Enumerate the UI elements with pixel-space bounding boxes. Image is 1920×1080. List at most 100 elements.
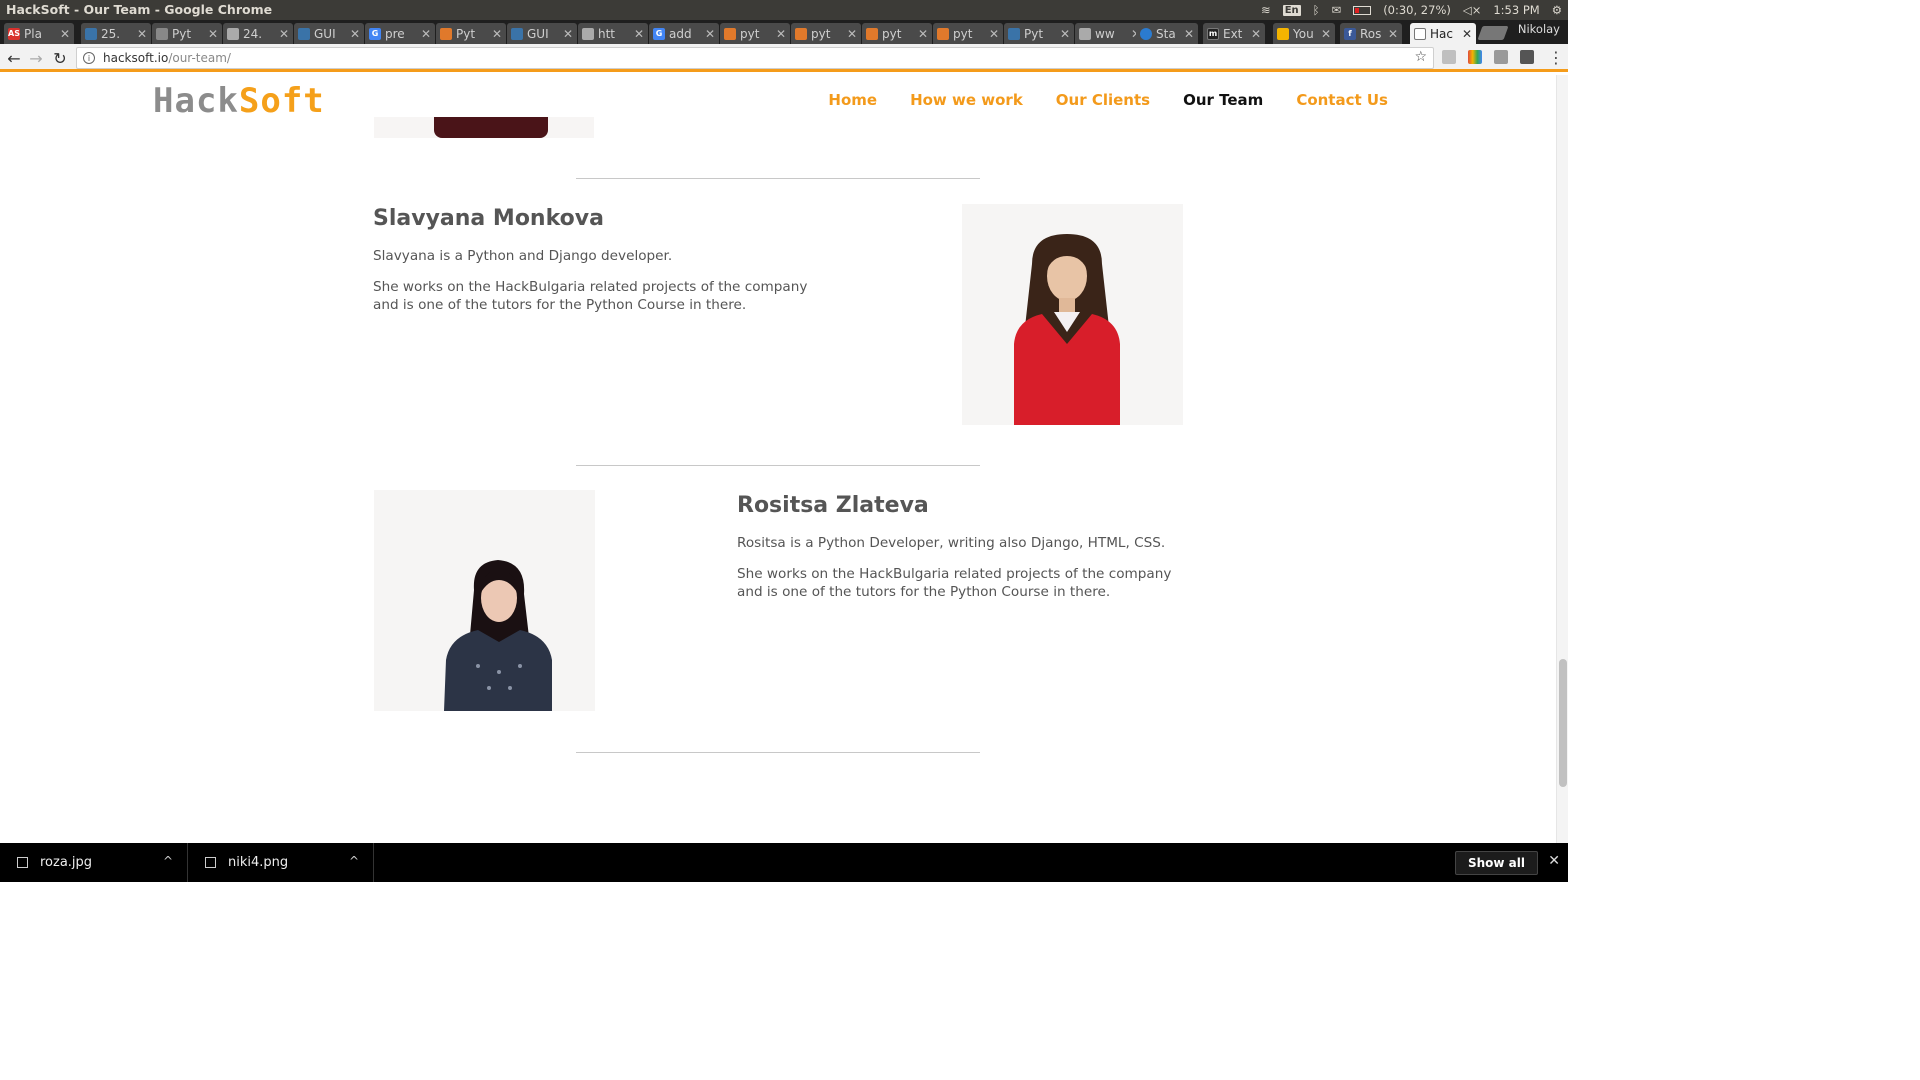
browser-tab[interactable]: 24. ✕ (223, 23, 293, 44)
tab-close-icon[interactable]: ✕ (492, 27, 502, 41)
tab-favicon-icon (1140, 27, 1152, 40)
extension-icon[interactable] (1442, 50, 1456, 64)
hacksoft-logo[interactable]: HackSoft (153, 84, 325, 118)
portrait-illustration (444, 560, 552, 711)
tab-favicon-icon (298, 27, 310, 40)
tab-close-icon[interactable]: ✕ (1251, 27, 1261, 41)
tab-close-icon[interactable]: ✕ (847, 27, 857, 41)
member-name: Rositsa Zlateva (737, 493, 929, 518)
address-bar[interactable]: i hacksoft.io/our-team/ ☆ (76, 47, 1434, 69)
section-divider (576, 178, 980, 179)
tab-close-icon[interactable]: ✕ (989, 27, 999, 41)
volume-muted-icon[interactable]: ◁× (1463, 3, 1481, 17)
system-tray: ≋ En ᛒ ✉ (0:30, 27%) ◁× 1:53 PM ⚙ (1261, 0, 1568, 20)
browser-tab[interactable]: Sta ✕ (1136, 23, 1198, 44)
back-arrow-icon[interactable]: ← (4, 48, 24, 68)
tab-close-icon[interactable]: ✕ (279, 27, 289, 41)
browser-tab[interactable]: Pyt ✕ (152, 23, 222, 44)
tab-close-icon[interactable]: ✕ (634, 27, 644, 41)
browser-toolbar: ← → ↻ i hacksoft.io/our-team/ ☆ ⋮ (0, 44, 1568, 72)
browser-tab[interactable]: pyt ✕ (862, 23, 932, 44)
keyboard-layout-indicator[interactable]: En (1282, 4, 1301, 16)
reload-icon[interactable]: ↻ (50, 48, 70, 68)
tab-close-icon[interactable]: ✕ (421, 27, 431, 41)
browser-tab[interactable]: G add ✕ (649, 23, 719, 44)
nav-our-clients[interactable]: Our Clients (1056, 91, 1150, 109)
browser-tab[interactable]: GUI ✕ (294, 23, 364, 44)
file-icon (17, 857, 28, 868)
browser-tab[interactable]: 25. ✕ (81, 23, 151, 44)
scrollbar-thumb[interactable] (1559, 659, 1567, 787)
new-tab-button[interactable] (1477, 26, 1509, 40)
download-item[interactable]: roza.jpg ^ (0, 843, 188, 882)
nav-home[interactable]: Home (828, 91, 877, 109)
browser-tab[interactable]: G pre ✕ (365, 23, 435, 44)
browser-tab[interactable]: GUI ✕ (507, 23, 577, 44)
browser-tab[interactable]: pyt ✕ (933, 23, 1003, 44)
browser-tab[interactable]: pyt ✕ (791, 23, 861, 44)
extension-colorful-icon[interactable] (1468, 50, 1482, 64)
browser-tab-active[interactable]: Hac ✕ (1410, 23, 1476, 44)
tab-favicon-icon (85, 27, 97, 40)
wifi-icon[interactable]: ≋ (1261, 3, 1271, 17)
clock[interactable]: 1:53 PM (1493, 3, 1539, 17)
tab-close-icon[interactable]: ✕ (563, 27, 573, 41)
close-icon[interactable]: ✕ (1548, 853, 1560, 869)
settings-gear-icon[interactable]: ⚙ (1552, 3, 1562, 17)
show-all-button[interactable]: Show all (1454, 851, 1538, 875)
tab-strip: AS Pla ✕ 25. ✕ Pyt ✕ 24. ✕ GUI ✕ G pre ✕ Pyt ✕ … (0, 20, 1568, 44)
download-shelf: roza.jpg ^ niki4.png ^ Show all ✕ (0, 843, 1568, 882)
browser-tab[interactable]: Pyt ✕ (436, 23, 506, 44)
profile-name[interactable]: Nikolay (1518, 22, 1560, 36)
tab-close-icon[interactable]: ✕ (1388, 27, 1398, 41)
tab-close-icon[interactable]: ✕ (350, 27, 360, 41)
battery-icon[interactable] (1353, 5, 1372, 15)
nav-how-we-work[interactable]: How we work (910, 91, 1023, 109)
tab-favicon-icon (795, 27, 807, 40)
download-filename: roza.jpg (40, 855, 93, 870)
tab-close-icon[interactable]: ✕ (1321, 27, 1331, 41)
extension-icon[interactable] (1520, 50, 1534, 64)
browser-tab[interactable]: AS Pla ✕ (4, 23, 74, 44)
nav-our-team[interactable]: Our Team (1183, 91, 1263, 109)
tab-close-icon[interactable]: ✕ (60, 27, 70, 41)
url-domain: hacksoft.io (103, 51, 169, 65)
bookmark-star-icon[interactable]: ☆ (1414, 49, 1427, 65)
chevron-up-icon[interactable]: ^ (349, 854, 359, 868)
main-nav: Home How we work Our Clients Our Team Co… (828, 91, 1388, 109)
tab-close-icon[interactable]: ✕ (918, 27, 928, 41)
tab-close-icon[interactable]: ✕ (776, 27, 786, 41)
download-item[interactable]: niki4.png ^ (188, 843, 374, 882)
browser-tab[interactable]: You ✕ (1273, 23, 1335, 44)
page-viewport: HackSoft Home How we work Our Clients Ou… (0, 75, 1556, 843)
browser-tab[interactable]: ww✕ (1075, 23, 1145, 44)
file-icon (205, 857, 216, 868)
tab-close-icon[interactable]: ✕ (1462, 27, 1472, 41)
member-intro: Slavyana is a Python and Django develope… (373, 248, 673, 264)
tab-close-icon[interactable]: ✕ (1184, 27, 1194, 41)
os-top-panel: HackSoft - Our Team - Google Chrome ≋ En… (0, 0, 1568, 20)
browser-tab[interactable]: m Ext ✕ (1203, 23, 1265, 44)
mail-icon[interactable]: ✉ (1332, 3, 1342, 17)
tab-close-icon[interactable]: ✕ (208, 27, 218, 41)
tab-close-icon[interactable]: ✕ (1060, 27, 1070, 41)
browser-tab[interactable]: htt ✕ (578, 23, 648, 44)
extension-icon[interactable] (1494, 50, 1508, 64)
bluetooth-icon[interactable]: ᛒ (1313, 3, 1320, 17)
page-scrollbar[interactable] (1556, 75, 1568, 843)
forward-arrow-icon[interactable]: → (26, 48, 46, 68)
menu-dots-icon[interactable]: ⋮ (1548, 48, 1564, 67)
browser-tab[interactable]: Pyt ✕ (1004, 23, 1074, 44)
browser-tab[interactable]: pyt ✕ (720, 23, 790, 44)
tab-close-icon[interactable]: ✕ (705, 27, 715, 41)
url-path: /our-team/ (168, 51, 231, 65)
tab-close-icon[interactable]: ✕ (137, 27, 147, 41)
tab-favicon-icon (582, 27, 594, 40)
section-divider (576, 752, 980, 753)
browser-tab[interactable]: f Ros ✕ (1340, 23, 1402, 44)
chevron-up-icon[interactable]: ^ (163, 854, 173, 868)
info-icon[interactable]: i (83, 52, 95, 64)
member-name: Slavyana Monkova (373, 206, 604, 231)
nav-contact-us[interactable]: Contact Us (1296, 91, 1388, 109)
member-bio: She works on the HackBulgaria related pr… (737, 566, 1172, 600)
